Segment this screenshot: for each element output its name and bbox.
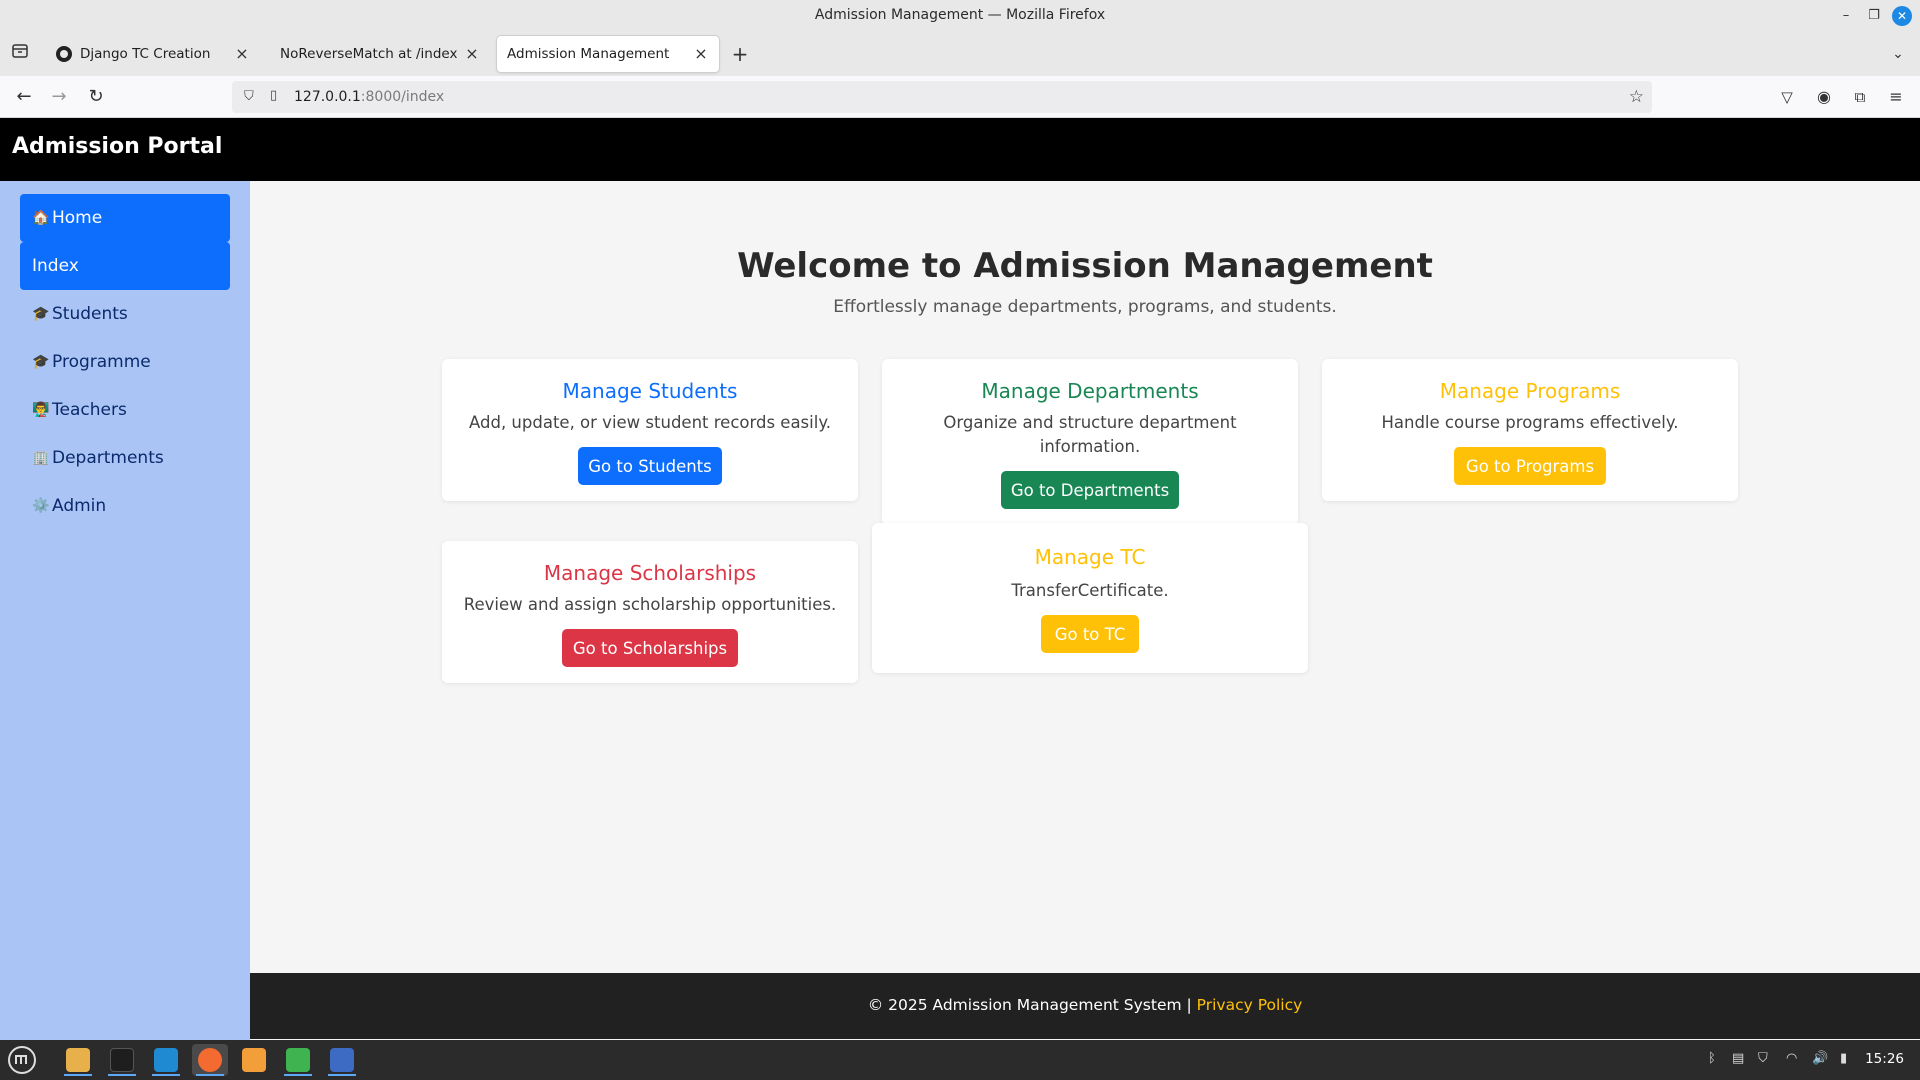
- navigation-toolbar: ← → ↻ ⛉ ▯ 127.0.0.1:8000/index ☆ ▽ ◉ ⧉ ≡: [0, 76, 1920, 118]
- card-manage-programs: Manage Programs Handle course programs e…: [1322, 359, 1738, 501]
- terminal-icon[interactable]: [104, 1044, 140, 1076]
- go-to-scholarships-button[interactable]: Go to Scholarships: [562, 629, 738, 667]
- sidebar-item-label: Departments: [52, 448, 164, 468]
- close-tab-icon[interactable]: ×: [691, 44, 711, 63]
- brand-title[interactable]: Admission Portal: [12, 134, 222, 159]
- sidebar-item-departments[interactable]: 🏢 Departments: [20, 434, 230, 482]
- url-path: :8000/index: [360, 89, 445, 105]
- bluetooth-icon[interactable]: ᛒ: [1708, 1051, 1716, 1066]
- url-host: 127.0.0.1: [294, 89, 361, 105]
- building-icon: 🏢: [32, 450, 50, 466]
- page-title: Welcome to Admission Management: [737, 246, 1433, 286]
- sidebar-item-index[interactable]: Index: [20, 242, 230, 290]
- sidebar-item-home[interactable]: 🏠 Home: [20, 194, 230, 242]
- sidebar-item-admin[interactable]: ⚙️ Admin: [20, 482, 230, 530]
- pocket-icon[interactable]: ▽: [1775, 85, 1799, 109]
- bookmark-star-icon[interactable]: ☆: [1629, 87, 1644, 107]
- forward-icon[interactable]: →: [47, 85, 71, 109]
- reload-icon[interactable]: ↻: [84, 85, 108, 109]
- page-icon: ▯: [270, 88, 278, 103]
- page-subtitle: Effortlessly manage departments, program…: [833, 297, 1337, 317]
- sidebar-item-label: Home: [52, 208, 103, 228]
- card-manage-departments: Manage Departments Organize and structur…: [882, 359, 1298, 525]
- files-icon[interactable]: [60, 1044, 96, 1076]
- sidebar-item-label: Programme: [52, 352, 151, 372]
- window-titlebar: Admission Management — Mozilla Firefox –…: [0, 0, 1920, 32]
- screenshot-icon[interactable]: [324, 1044, 360, 1076]
- tab-noreversematch[interactable]: NoReverseMatch at /index ×: [268, 36, 490, 72]
- sublime-text-icon[interactable]: [236, 1044, 272, 1076]
- github-icon: [56, 46, 72, 62]
- card-description: TransferCertificate.: [1011, 581, 1169, 600]
- tab-label: Django TC Creation: [80, 46, 211, 62]
- go-to-tc-button[interactable]: Go to TC: [1041, 615, 1139, 653]
- card-manage-students: Manage Students Add, update, or view stu…: [442, 359, 858, 501]
- vscode-icon[interactable]: [148, 1044, 184, 1076]
- clock[interactable]: 15:26: [1865, 1051, 1904, 1067]
- card-title: Manage TC: [1034, 545, 1146, 569]
- card-title: Manage Students: [562, 379, 738, 403]
- spreadsheet-icon[interactable]: [280, 1044, 316, 1076]
- menu-icon[interactable]: ≡: [1884, 85, 1908, 109]
- close-window-icon[interactable]: ✕: [1892, 6, 1912, 26]
- back-icon[interactable]: ←: [12, 85, 36, 109]
- card-manage-tc: Manage TC TransferCertificate. Go to TC: [872, 523, 1308, 673]
- privacy-policy-link[interactable]: Privacy Policy: [1197, 996, 1303, 1014]
- clipboard-icon[interactable]: ▤: [1732, 1051, 1744, 1066]
- account-icon[interactable]: ◉: [1812, 85, 1836, 109]
- sidebar-item-label: Admin: [52, 496, 107, 516]
- graduation-cap-icon: 🎓: [32, 306, 50, 322]
- minimize-icon[interactable]: –: [1836, 6, 1856, 26]
- card-title: Manage Departments: [981, 379, 1199, 403]
- home-icon: 🏠: [32, 210, 50, 226]
- card-description: Handle course programs effectively.: [1381, 413, 1679, 432]
- firefox-icon[interactable]: [192, 1044, 228, 1076]
- battery-icon[interactable]: ▮: [1840, 1051, 1847, 1066]
- extensions-icon[interactable]: ⧉: [1848, 85, 1872, 109]
- chevron-down-icon[interactable]: ⌄: [1886, 42, 1910, 66]
- tab-label: Admission Management: [507, 46, 670, 62]
- page-footer: © 2025 Admission Management System | Pri…: [250, 973, 1920, 1039]
- volume-icon[interactable]: 🔊: [1812, 1051, 1828, 1066]
- close-tab-icon[interactable]: ×: [462, 44, 482, 63]
- url-bar[interactable]: ⛉ ▯ 127.0.0.1:8000/index ☆: [232, 81, 1652, 113]
- card-title: Manage Scholarships: [543, 561, 757, 585]
- gear-icon: ⚙️: [32, 498, 50, 514]
- app-header: Admission Portal: [0, 118, 1920, 181]
- go-to-departments-button[interactable]: Go to Departments: [1001, 471, 1179, 509]
- copyright-text: © 2025 Admission Management System |: [867, 996, 1197, 1014]
- go-to-programs-button[interactable]: Go to Programs: [1454, 447, 1606, 485]
- tab-django-tc-creation[interactable]: Django TC Creation ×: [46, 36, 260, 72]
- os-taskbar: ᛒ ▤ ⛉ ◠ 🔊 ▮ 15:26: [0, 1040, 1920, 1080]
- sidebar-item-teachers[interactable]: 👨‍🏫 Teachers: [20, 386, 230, 434]
- card-manage-scholarships: Manage Scholarships Review and assign sc…: [442, 541, 858, 683]
- window-title: Admission Management — Mozilla Firefox: [814, 7, 1106, 23]
- close-tab-icon[interactable]: ×: [232, 44, 252, 63]
- card-title: Manage Programs: [1439, 379, 1621, 403]
- graduation-cap-icon: 🎓: [32, 354, 50, 370]
- go-to-students-button[interactable]: Go to Students: [578, 447, 722, 485]
- maximize-icon[interactable]: ❐: [1864, 6, 1884, 26]
- sidebar-item-label: Teachers: [52, 400, 127, 420]
- tab-admission-management[interactable]: Admission Management ×: [497, 36, 719, 72]
- card-description: Review and assign scholarship opportunit…: [463, 595, 837, 614]
- sidebar-item-label: Index: [32, 256, 79, 276]
- tab-bar: Django TC Creation × NoReverseMatch at /…: [0, 32, 1920, 76]
- main-content: Welcome to Admission Management Effortle…: [250, 181, 1920, 973]
- tab-label: NoReverseMatch at /index: [280, 46, 458, 62]
- sidebar-item-label: Students: [52, 304, 128, 324]
- shield-tray-icon[interactable]: ⛉: [1758, 1051, 1768, 1066]
- footer-text: © 2025 Admission Management System | Pri…: [250, 996, 1920, 1014]
- tab-list-icon[interactable]: [8, 42, 32, 66]
- shield-icon[interactable]: ⛉: [244, 89, 254, 104]
- card-description: Add, update, or view student records eas…: [469, 413, 831, 432]
- teacher-icon: 👨‍🏫: [32, 402, 50, 418]
- start-menu-icon[interactable]: [4, 1044, 40, 1076]
- card-description: Organize and structure department inform…: [943, 413, 1237, 456]
- new-tab-icon[interactable]: +: [728, 42, 752, 66]
- sidebar: 🏠 Home Index 🎓 Students 🎓 Programme 👨‍🏫 …: [0, 181, 250, 1041]
- sidebar-item-students[interactable]: 🎓 Students: [20, 290, 230, 338]
- sidebar-item-programme[interactable]: 🎓 Programme: [20, 338, 230, 386]
- wifi-icon[interactable]: ◠: [1786, 1051, 1797, 1066]
